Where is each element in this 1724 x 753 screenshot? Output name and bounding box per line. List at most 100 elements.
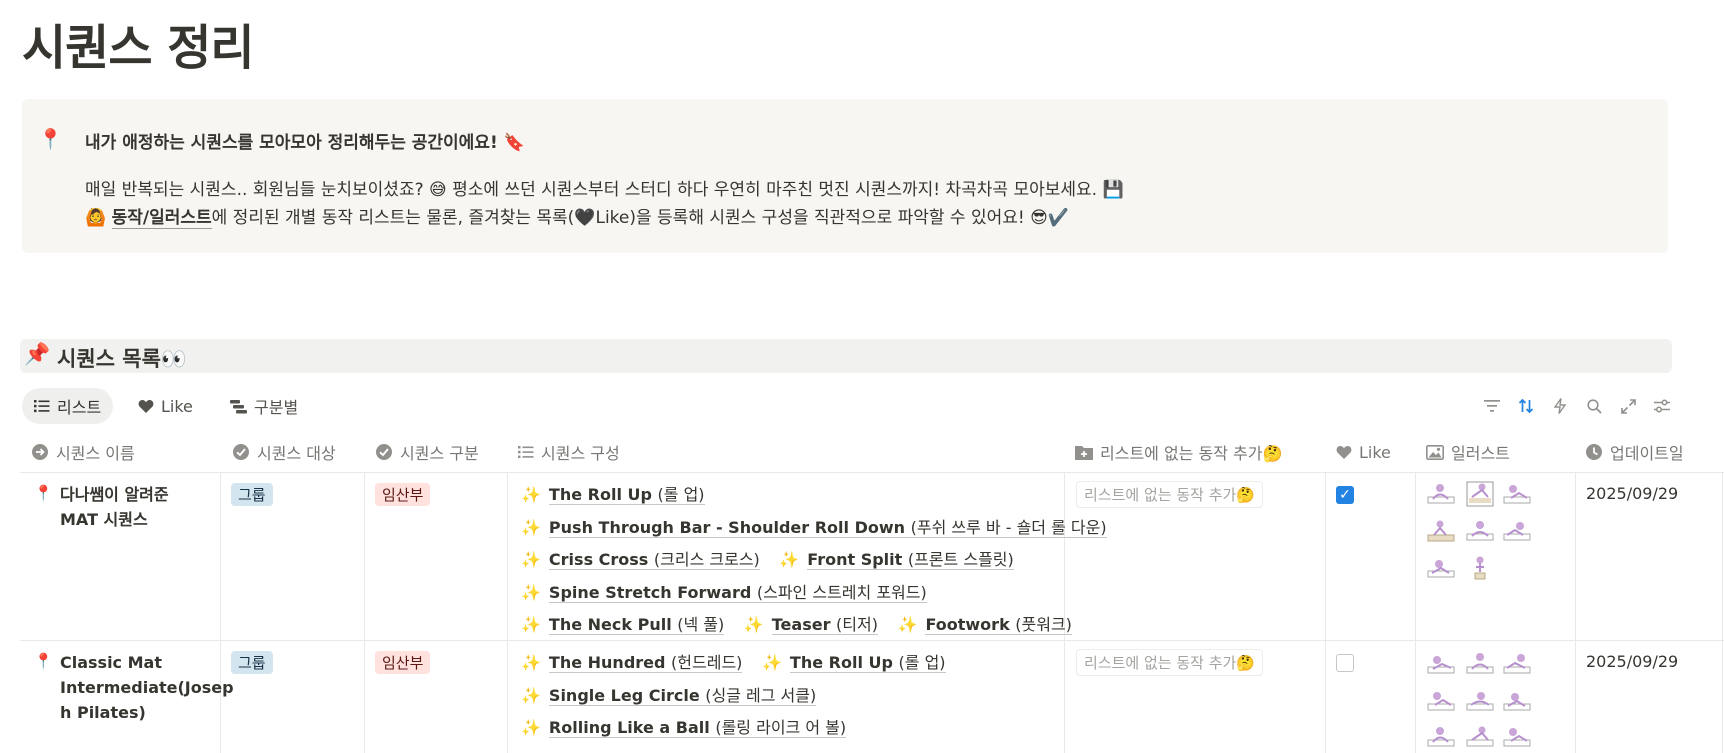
updated-date: 2025/09/29 [1586, 652, 1679, 671]
toolbar [1482, 396, 1672, 416]
heart-icon [1336, 445, 1352, 459]
pilates-illustration-thumb[interactable] [1427, 481, 1455, 507]
sparkle-icon: ✨ [521, 485, 541, 504]
tab-list-label: 리스트 [57, 398, 102, 417]
sparkle-icon: ✨ [521, 517, 541, 537]
column-header-like[interactable]: Like [1336, 438, 1391, 466]
pilates-illustration-thumb[interactable] [1427, 518, 1455, 544]
heart-icon [138, 399, 154, 413]
like-checkbox[interactable] [1336, 654, 1354, 672]
pilates-illustration-thumb[interactable] [1427, 651, 1455, 677]
pilates-illustration-thumb[interactable] [1503, 481, 1531, 507]
pilates-illustration-thumb[interactable] [1503, 688, 1531, 714]
sparkle-icon: ✨ [743, 615, 764, 634]
sequence-name[interactable]: Classic Mat Intermediate(Josep h Pilates… [60, 650, 234, 725]
pilates-illustration-thumb[interactable] [1466, 555, 1494, 581]
column-header-extra[interactable]: 리스트에 없는 동작 추가🤔 [1075, 438, 1282, 466]
sequence-item[interactable]: ✨ Teaser (티저) [743, 615, 878, 635]
filter-icon[interactable] [1482, 396, 1502, 416]
sequence-item[interactable]: ✨ The Neck Pull (넥 풀) [521, 615, 725, 635]
extra-move-field[interactable]: 리스트에 없는 동작 추가🤔 [1076, 481, 1263, 508]
sequence-item[interactable]: ✨ The Roll Up (롤 업) [762, 653, 946, 673]
tab-category-label: 구분별 [254, 398, 299, 417]
search-icon[interactable] [1584, 396, 1604, 416]
pilates-illustration-thumb[interactable] [1466, 688, 1494, 714]
sparkle-icon: ✨ [521, 550, 541, 569]
pilates-illustration-thumb[interactable] [1466, 481, 1494, 507]
column-divider [1415, 473, 1416, 753]
callout: 📍 내가 애정하는 시퀀스를 모아모아 정리해두는 공간이에요! 🔖 매일 반복… [22, 99, 1668, 253]
column-header-illustration-label: 일러스트 [1451, 444, 1510, 463]
row-pin-icon: 📍 [34, 484, 53, 502]
automation-icon[interactable] [1550, 396, 1570, 416]
sparkle-icon: ✨ [521, 615, 541, 634]
sequence-item[interactable]: ✨ The Roll Up (롤 업) [521, 485, 705, 505]
pilates-illustration-thumb[interactable] [1466, 724, 1494, 750]
target-tag[interactable]: 그룹 [231, 651, 273, 674]
column-header-category-label: 시퀀스 구분 [400, 444, 479, 463]
clock-icon [1586, 444, 1602, 460]
column-header-name[interactable]: 시퀀스 이름 [31, 438, 135, 466]
tab-like-label: Like [161, 396, 193, 416]
sequence-item[interactable]: ✨ Push Through Bar - Shoulder Roll Down (… [521, 517, 1107, 538]
tab-category[interactable]: 구분별 [218, 388, 310, 424]
page-title: 시퀀스 정리 [22, 20, 255, 76]
pilates-illustration-thumb[interactable] [1466, 518, 1494, 544]
list-icon [518, 446, 534, 459]
sequence-item[interactable]: ✨ Spine Stretch Forward (스파인 스트레치 포워드) [521, 582, 927, 603]
pilates-illustration-thumb[interactable] [1466, 651, 1494, 677]
pilates-illustration-thumb[interactable] [1427, 688, 1455, 714]
column-header-illustration[interactable]: 일러스트 [1426, 438, 1510, 466]
sparkle-icon: ✨ [521, 685, 541, 705]
column-header-updated[interactable]: 업데이트일 [1585, 438, 1684, 466]
column-header-name-label: 시퀀스 이름 [56, 444, 135, 463]
pin-icon: 📍 [38, 127, 63, 151]
image-icon [1426, 444, 1444, 460]
illustration-page-link[interactable]: 동작/일러스트 [111, 208, 212, 229]
pilates-illustration-thumb[interactable] [1503, 724, 1531, 750]
column-divider [1722, 473, 1723, 753]
tab-list[interactable]: 리스트 [22, 388, 114, 424]
list-icon [34, 400, 50, 413]
column-header-target-label: 시퀀스 대상 [257, 444, 336, 463]
category-tag[interactable]: 임산부 [375, 651, 431, 674]
sequence-item[interactable]: ✨ The Hundred (헌드레드) [521, 653, 743, 673]
callout-lead: 내가 애정하는 시퀀스를 모아모아 정리해두는 공간이에요! 🔖 [85, 133, 525, 153]
sequence-item[interactable]: ✨ Footwork (풋워크) [898, 615, 1072, 635]
category-tag[interactable]: 임산부 [375, 483, 431, 506]
sequence-item[interactable]: ✨ Single Leg Circle (싱글 레그 서클) [521, 685, 817, 706]
pilates-illustration-thumb[interactable] [1503, 651, 1531, 677]
sequence-line: ✨ Criss Cross (크리스 크로스) ✨ Front Split (프론트… [521, 544, 1121, 577]
sparkle-icon: ✨ [521, 718, 541, 737]
extra-move-field[interactable]: 리스트에 없는 동작 추가🤔 [1076, 649, 1263, 676]
sequence-item[interactable]: ✨ Criss Cross (크리스 크로스) [521, 550, 760, 570]
pilates-illustration-thumb[interactable] [1503, 518, 1531, 544]
sparkle-icon: ✨ [779, 550, 800, 569]
settings-icon[interactable] [1652, 396, 1672, 416]
column-header-like-label: Like [1359, 442, 1391, 462]
like-checkbox[interactable]: ✓ [1336, 486, 1354, 504]
sort-icon[interactable] [1516, 396, 1536, 416]
column-divider [507, 473, 508, 753]
sequence-item[interactable]: ✨ Rolling Like a Ball (롤링 라이크 어 볼) [521, 718, 847, 738]
sequence-list: ✨ The Roll Up (롤 업) ✨ Push Through Bar - S… [521, 479, 1121, 642]
callout-line-2-text: 에 정리된 개별 동작 리스트는 물론, 즐겨찾는 목록(🖤Like)을 등록해… [211, 208, 1070, 228]
column-header-sequence[interactable]: 시퀀스 구성 [518, 438, 620, 466]
sequence-name[interactable]: 다나쌤이 알려준 MAT 시퀀스 [60, 482, 169, 532]
tab-like[interactable]: Like [126, 388, 205, 424]
section-title: 시퀀스 목록👀 [57, 347, 188, 371]
pilates-illustration-thumb[interactable] [1427, 555, 1455, 581]
sequence-list: ✨ The Hundred (헌드레드) ✨ The Roll Up (롤 업) ✨… [521, 647, 960, 745]
column-header-category[interactable]: 시퀀스 구분 [375, 438, 479, 466]
sequence-item[interactable]: ✨ Front Split (프론트 스플릿) [779, 550, 1014, 570]
board-icon [230, 399, 247, 413]
select-icon [233, 444, 249, 460]
table-header-divider [20, 472, 1724, 473]
expand-icon[interactable] [1618, 396, 1638, 416]
callout-line-1: 매일 반복되는 시퀀스.. 회원님들 눈치보이셨죠? 😅 평소에 쓰던 시퀀스부… [85, 180, 1124, 200]
column-header-target[interactable]: 시퀀스 대상 [232, 438, 336, 466]
target-tag[interactable]: 그룹 [231, 483, 273, 506]
sequence-line: ✨ Rolling Like a Ball (롤링 라이크 어 볼) [521, 712, 960, 745]
row-pin-icon: 📍 [34, 652, 53, 670]
pilates-illustration-thumb[interactable] [1427, 724, 1455, 750]
